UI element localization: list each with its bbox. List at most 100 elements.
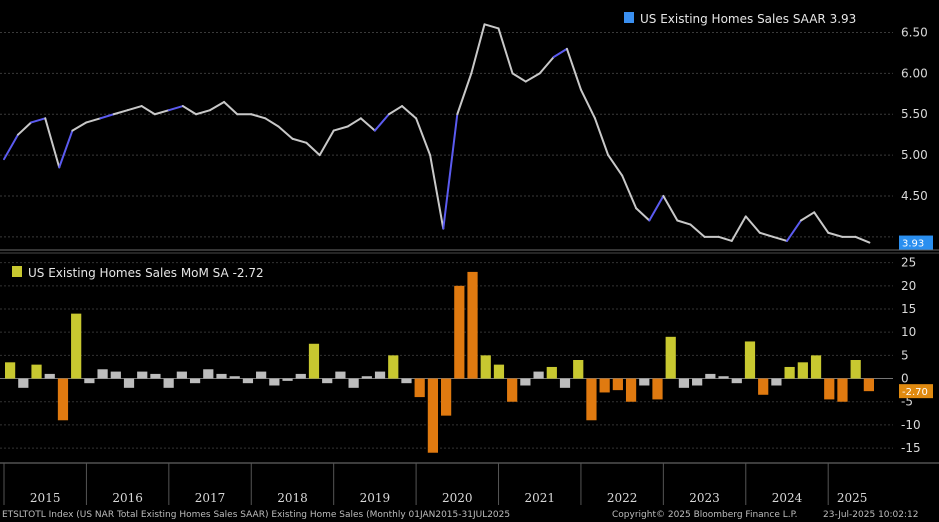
y-tick-label-top: 6.50	[901, 26, 928, 40]
mom-bar	[573, 360, 584, 379]
legend-bottom-swatch	[12, 266, 22, 277]
mom-bar	[5, 362, 16, 379]
mom-bar	[203, 369, 214, 379]
y-tick-label-top: 6.00	[901, 66, 928, 80]
series-line-segment	[181, 105, 198, 116]
bottom-panel-bar-chart: 2520151050-5-10-15-2.702015 2016 2017 2018 2…	[0, 256, 939, 505]
mom-bar	[322, 378, 333, 384]
mom-bar	[718, 376, 729, 379]
series-line-segment	[415, 117, 432, 157]
series-line-segment	[607, 154, 624, 177]
series-line-segment	[305, 141, 321, 157]
series-line-segment	[635, 207, 651, 222]
series-line-segment	[44, 117, 61, 169]
series-line-segment	[332, 125, 349, 132]
series-line-segment	[676, 219, 692, 226]
x-tick-label-year: 2019	[360, 491, 391, 505]
bloomberg-chart: 6.506.005.505.004.503.93 2520151050-5-10…	[0, 12, 939, 520]
series-line-segment	[689, 223, 706, 238]
mom-bar	[586, 378, 597, 421]
series-line-segment	[827, 231, 844, 238]
legend-top: US Existing Homes Sales SAAR 3.93	[624, 12, 856, 26]
x-tick-label-year: 2025	[837, 491, 868, 505]
legend-top-swatch	[624, 12, 634, 23]
x-tick-label-year: 2020	[442, 491, 473, 505]
footer: ETSLTOTL Index (US NAR Total Existing Ho…	[2, 510, 919, 520]
series-line-segment	[497, 27, 514, 75]
series-line-segment	[291, 137, 308, 144]
legend-bottom: US Existing Homes Sales MoM SA -2.72	[12, 266, 264, 280]
series-line-segment	[223, 100, 239, 116]
mom-bar	[348, 378, 359, 388]
mom-bar	[546, 366, 557, 379]
series-line-segment	[813, 211, 830, 234]
series-line-segment	[717, 235, 733, 242]
mom-bar	[612, 378, 623, 391]
mom-bar	[282, 378, 293, 381]
series-line-segment	[58, 129, 74, 169]
y-tick-label-top: 5.50	[901, 107, 928, 121]
series-line-segment	[277, 125, 294, 140]
series-line-segment	[552, 47, 568, 59]
mom-bar	[810, 355, 822, 379]
y-tick-label-bottom: -15	[901, 441, 921, 455]
series-line-segment	[442, 113, 459, 230]
x-tick-label-year: 2024	[772, 491, 803, 505]
y-tick-label-bottom: 0	[901, 372, 909, 386]
mom-bar	[335, 371, 346, 379]
series-line-segment	[153, 109, 170, 116]
mom-bar	[71, 313, 82, 379]
mom-bar	[692, 378, 703, 386]
series-line-segment	[85, 117, 102, 124]
x-tick-label-year: 2018	[277, 491, 308, 505]
mom-bar	[744, 341, 756, 379]
series-line-segment	[483, 23, 500, 30]
mom-bar	[678, 378, 690, 388]
mom-bar	[533, 371, 544, 379]
mom-bar	[256, 371, 267, 379]
mom-bar	[414, 378, 425, 398]
mom-bar	[361, 376, 372, 379]
mom-bar	[110, 371, 121, 379]
mom-bar	[84, 378, 95, 384]
legend-bottom-label: US Existing Homes Sales MoM SA -2.72	[28, 266, 264, 280]
series-line-segment	[579, 88, 596, 120]
mom-bar	[189, 378, 201, 384]
mom-bar	[44, 373, 55, 379]
mom-bar	[731, 378, 742, 384]
series-line-segment	[799, 211, 816, 222]
mom-bar	[97, 369, 108, 379]
y-tick-label-bottom: -10	[901, 418, 921, 432]
mom-bar	[824, 378, 835, 400]
series-line-segment	[264, 117, 280, 128]
footer-copyright: Copyright© 2025 Bloomberg Finance L.P.	[612, 510, 797, 520]
mom-bar	[652, 378, 663, 400]
mom-bar	[401, 378, 412, 384]
mom-bar	[454, 285, 465, 379]
series-line-segment	[785, 219, 802, 242]
mom-bar	[850, 360, 861, 379]
series-line-segment	[456, 72, 473, 116]
y-tick-label-bottom: 20	[901, 279, 916, 293]
series-line-segment	[662, 194, 679, 222]
legend-top-label: US Existing Homes Sales SAAR 3.93	[640, 12, 856, 26]
x-tick-label-year: 2017	[195, 491, 226, 505]
series-line-segment	[99, 113, 115, 120]
series-line-segment	[593, 117, 610, 157]
mom-bar	[163, 378, 174, 388]
mom-bar	[31, 364, 42, 379]
footer-source: ETSLTOTL Index (US NAR Total Existing Ho…	[2, 510, 510, 520]
top-panel-line-chart: 6.50 6.00 5.50 5.00 4.50 3.93	[0, 23, 939, 254]
mom-bar	[308, 343, 320, 379]
series-line-segment	[565, 47, 582, 91]
x-tick-label-year: 2015	[30, 491, 61, 505]
y-tick-label-bottom: 10	[901, 325, 916, 339]
mom-bar	[784, 366, 795, 379]
last-value-badge-top-text: 3.93	[902, 239, 924, 250]
series-line-segment	[429, 154, 445, 230]
series-line-segment	[648, 194, 665, 222]
series-line-segment	[140, 105, 156, 116]
mom-bar	[480, 355, 491, 379]
mom-bar	[837, 378, 848, 402]
series-line-segment	[3, 133, 20, 161]
